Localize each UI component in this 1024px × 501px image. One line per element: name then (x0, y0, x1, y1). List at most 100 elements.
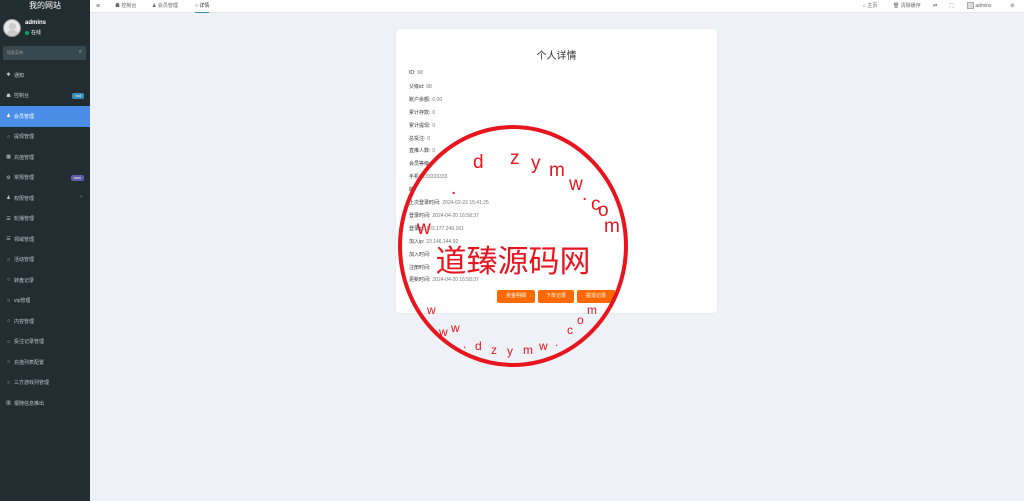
sidebar-item-icon: ○ (6, 359, 11, 366)
watermark-bottom-letter: . (555, 335, 558, 349)
menu-toggle-icon[interactable]: ≡ (96, 0, 100, 13)
watermark-bottom-letter: w (538, 339, 548, 353)
detail-field: 会员等级: (409, 160, 432, 167)
detail-field-value: 2024-02-22 15:41:25 (442, 200, 489, 206)
detail-field: 手机: 133333333 (409, 173, 447, 180)
menu-badge: new (70, 174, 84, 181)
detail-field-value: 0 (432, 148, 436, 155)
sidebar-item-label: 投注记录管理 (14, 339, 45, 346)
detail-field-label: 注册时间: (409, 264, 431, 271)
tab-dashboard[interactable]: ☗ 控制台 (115, 0, 136, 13)
detail-field-label: 累计存款: (409, 109, 431, 116)
sidebar-item[interactable]: ○ vip管理 (0, 291, 90, 312)
sidebar-item[interactable]: ☗ 控制台 hot (0, 86, 90, 107)
detail-card: 个人详情 ID: 68 父级id: 68 账户余额: 0.00 累计存款: 0 累计提现: 0 总投… (396, 29, 717, 313)
detail-field-label: 登录时间: (409, 212, 431, 219)
fund-details-button[interactable]: 资金明细 (497, 290, 535, 303)
detail-field: 加入时间: (409, 251, 432, 258)
detail-field: 直推人数: 0 (409, 147, 435, 154)
watermark-bottom-letter: d (475, 339, 482, 353)
sidebar-item-icon: ○ (6, 297, 11, 304)
detail-field-label: 父级id: (409, 83, 425, 90)
detail-field-value: 2024-04-20 16:58:37 (432, 277, 479, 284)
sidebar-item-label: 领域管理 (14, 236, 35, 243)
sidebar-item[interactable]: ○ 内容管理 (0, 311, 90, 332)
watermark-bottom-letter: y (507, 344, 513, 358)
watermark-bottom-letter: c (567, 323, 573, 337)
detail-field: ID: 68 (409, 70, 423, 76)
sidebar-item-icon: ☗ (6, 92, 11, 99)
detail-field-value: 0 (432, 122, 436, 129)
avatar (3, 19, 21, 37)
online-dot-icon (25, 30, 29, 35)
sidebar-item[interactable]: ○ 提现管理 (0, 127, 90, 148)
sidebar-item-label: 报随信息推出 (14, 400, 45, 407)
sidebar-item[interactable]: ○ 活动管理 (0, 250, 90, 271)
sidebar-item[interactable]: ▦ 充值管理 (0, 147, 90, 168)
user-status-label: 在线 (31, 30, 42, 36)
fullscreen-icon[interactable]: ⛶ (950, 0, 954, 13)
sidebar-item[interactable]: ▥ 报随信息推出 (0, 393, 90, 414)
sidebar-item-label: 充值列表配置 (14, 359, 45, 366)
sidebar-item[interactable]: ♟ 权限管理 ‹ (0, 188, 90, 209)
detail-field-value: 103.177.249.161 (426, 225, 464, 232)
detail-field-label: 登录ip: (409, 225, 425, 232)
detail-field-label: 手机: (409, 174, 421, 181)
menu-search-input[interactable]: 搜索菜单 ⌕ (3, 46, 86, 60)
menu-badge: hot (72, 92, 84, 99)
withdraw-records-button[interactable]: 提现记录 (577, 290, 615, 303)
sidebar-item[interactable]: ○ 投注记录管理 (0, 332, 90, 353)
detail-field: 累计提现: 0 (409, 122, 435, 129)
sidebar-item-label: 通知 (14, 72, 25, 79)
sidebar-item-icon: ○ (6, 133, 11, 140)
sidebar-item-label: vip管理 (14, 298, 31, 305)
sidebar-item[interactable]: ♟ 会员管理 (0, 106, 90, 127)
tab-detail[interactable]: ○ 详情 (195, 0, 210, 13)
user-avatar-icon (967, 2, 974, 10)
user-panel: admins 在线 (0, 12, 90, 42)
user-menu[interactable]: admins (967, 0, 992, 13)
user-name: admins (25, 20, 47, 26)
sidebar-item-label: 提现管理 (14, 134, 35, 141)
menu-search-placeholder: 搜索菜单 (7, 50, 23, 55)
watermark-bottom-letter: . (463, 337, 466, 351)
sidebar-item-icon: ☰ (6, 236, 11, 243)
sidebar-item[interactable]: ☰ 领域管理 (0, 229, 90, 250)
detail-field-value: 68 (426, 83, 432, 90)
detail-field-label: 上次登录时间: (409, 200, 441, 206)
detail-field: 更新时间: 2024-04-20 16:58:37 (409, 276, 479, 283)
sidebar-item-label: 三方游戏列管理 (14, 380, 50, 387)
top-navbar: ≡ ☗ 控制台 ♟ 会员管理 ○ 详情 ⌂ 主页 🗑︎ 清除缓存 ⇄ ⛶ adm… (90, 0, 1024, 13)
clear-cache-button[interactable]: 🗑︎ 清除缓存 (893, 0, 921, 13)
detail-field-label: 加入ip: (409, 238, 425, 245)
tab-member-label: 会员管理 (157, 3, 178, 9)
sidebar-item[interactable]: ○ 三方游戏列管理 (0, 373, 90, 394)
sidebar-item[interactable]: ○ 充值列表配置 (0, 352, 90, 373)
sidebar-item[interactable]: ○ 转盘记录 (0, 270, 90, 291)
home-icon: ⌂ (863, 3, 867, 9)
sidebar-item[interactable]: ⚙ 常规管理 new (0, 168, 90, 189)
detail-field: 账户余额: 0.00 (409, 96, 442, 103)
detail-field: 登录ip: 103.177.249.161 (409, 225, 464, 232)
detail-field: 登录时间: 2024-04-20 16:58:37 (409, 212, 479, 219)
watermark-bottom-letter: m (523, 343, 533, 357)
translate-icon[interactable]: ⇄ (933, 0, 937, 13)
sidebar-item-icon: ⚙ (6, 174, 11, 181)
page-title: 个人详情 (536, 51, 577, 62)
detail-field-label: 更新时间: (409, 277, 431, 284)
home-link[interactable]: ⌂ 主页 (863, 0, 877, 13)
sidebar-item-icon: ○ (6, 338, 11, 345)
users-icon: ♟ (152, 3, 157, 9)
settings-gear-icon[interactable]: ⚙ (1010, 0, 1014, 13)
tab-member-management[interactable]: ♟ 会员管理 (152, 0, 178, 13)
sidebar-item-icon: ○ (6, 318, 11, 325)
sidebar-item-label: 常规管理 (14, 175, 35, 182)
sidebar-item-label: 活动管理 (14, 257, 35, 264)
sidebar-item[interactable]: ✱ 通知 (0, 65, 90, 86)
sidebar: 我的网站 admins 在线 搜索菜单 ⌕ ✱ 通知 ☗ 控制台 hot ♟ 会员管理 ○ 提现… (0, 0, 90, 501)
sidebar-item[interactable]: ☰ 轮播管理 (0, 209, 90, 230)
user-menu-name: admins (975, 3, 992, 9)
order-records-button[interactable]: 下单记录 (538, 290, 574, 303)
site-title[interactable]: 我的网站 (0, 0, 90, 12)
search-icon[interactable]: ⌕ (79, 49, 82, 56)
